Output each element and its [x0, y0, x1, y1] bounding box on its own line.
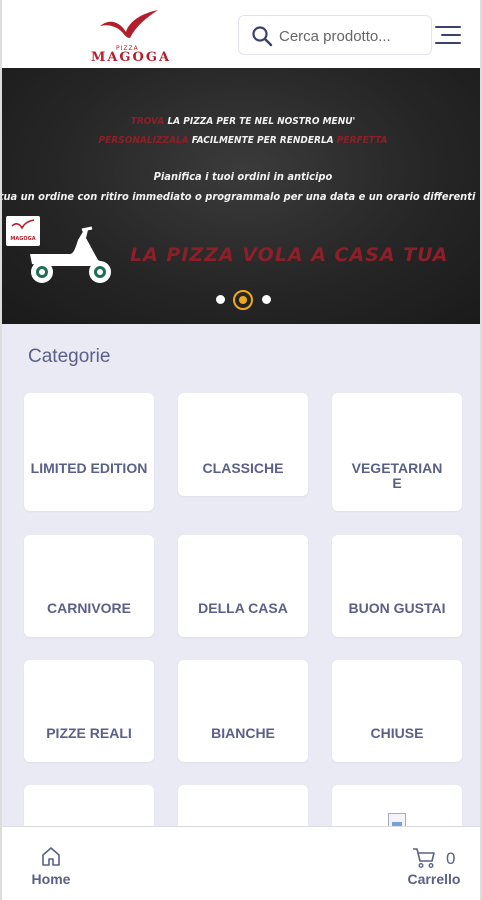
categories-title: Categorie — [28, 346, 111, 367]
carousel-dot-1[interactable] — [216, 295, 225, 304]
cart-icon — [413, 848, 435, 869]
category-card-bianche[interactable]: BIANCHE — [178, 660, 308, 762]
category-card-carnivore[interactable]: CARNIVORE — [24, 535, 154, 637]
category-label: BUON GUSTAI — [348, 600, 446, 616]
scooter-box-text: MAGOGA — [10, 236, 35, 242]
category-card-chiuse[interactable]: CHIUSE — [332, 660, 462, 762]
category-label: CHIUSE — [370, 725, 424, 741]
category-label: BIANCHE — [211, 725, 275, 741]
category-card-vegetariane[interactable]: VEGETARIANE — [332, 393, 462, 511]
search-input[interactable] — [279, 22, 427, 50]
hamburger-menu-icon[interactable] — [432, 22, 466, 50]
nav-cart-button[interactable]: 0 Carrello — [402, 845, 472, 891]
category-card-buon-gustai[interactable]: BUON GUSTAI — [332, 535, 462, 637]
category-card-limited-edition[interactable]: LIMITED EDITION — [24, 393, 154, 511]
nav-cart-label: Carrello — [407, 871, 461, 887]
seagull-logo-icon — [100, 10, 158, 38]
carousel-dots — [2, 290, 480, 310]
app-root: PIZZA MAGOGA TROVA LA PIZZA PER TE NEL N… — [0, 0, 482, 900]
nav-home-label: Home — [31, 871, 71, 887]
carousel-dot-3[interactable] — [262, 295, 271, 304]
banner-line-4: ttua un ordine con ritiro immediato o pr… — [2, 190, 476, 203]
banner-line-1: TROVA LA PIZZA PER TE NEL NOSTRO MENU' — [130, 116, 356, 127]
category-label: VEGETARIANE — [351, 460, 443, 491]
banner-line-2: PERSONALIZZALA FACILMENTE PER RENDERLA P… — [98, 135, 388, 146]
promo-banner-carousel[interactable]: TROVA LA PIZZA PER TE NEL NOSTRO MENU' P… — [2, 68, 480, 324]
category-card-pizze-reali[interactable]: PIZZE REALI — [24, 660, 154, 762]
banner-tagline: LA PIZZA VOLA A CASA TUA — [130, 244, 449, 266]
category-label: LIMITED EDITION — [30, 460, 148, 476]
category-label: CLASSICHE — [202, 460, 284, 476]
brand-logo[interactable]: PIZZA MAGOGA — [88, 8, 178, 65]
category-card-classiche[interactable]: CLASSICHE — [178, 393, 308, 496]
category-card-della-casa[interactable]: DELLA CASA — [178, 535, 308, 637]
cart-count-badge: 0 — [446, 849, 456, 868]
search-box[interactable] — [238, 15, 432, 55]
logo-text: MAGOGA — [90, 50, 172, 65]
category-label: DELLA CASA — [198, 600, 288, 616]
category-label: CARNIVORE — [46, 600, 131, 616]
bottom-navigation: Home 0 Carrello — [2, 826, 480, 900]
category-label: PIZZE REALI — [46, 725, 132, 741]
scooter-icon: MAGOGA — [6, 216, 111, 283]
nav-home-button[interactable]: Home — [26, 845, 78, 891]
search-icon[interactable] — [251, 25, 273, 47]
home-icon — [42, 847, 60, 866]
banner-line-3: Pianifica i tuoi ordini in anticipo — [153, 170, 333, 183]
header: PIZZA MAGOGA — [2, 0, 480, 68]
carousel-dot-2-active[interactable] — [233, 290, 253, 310]
